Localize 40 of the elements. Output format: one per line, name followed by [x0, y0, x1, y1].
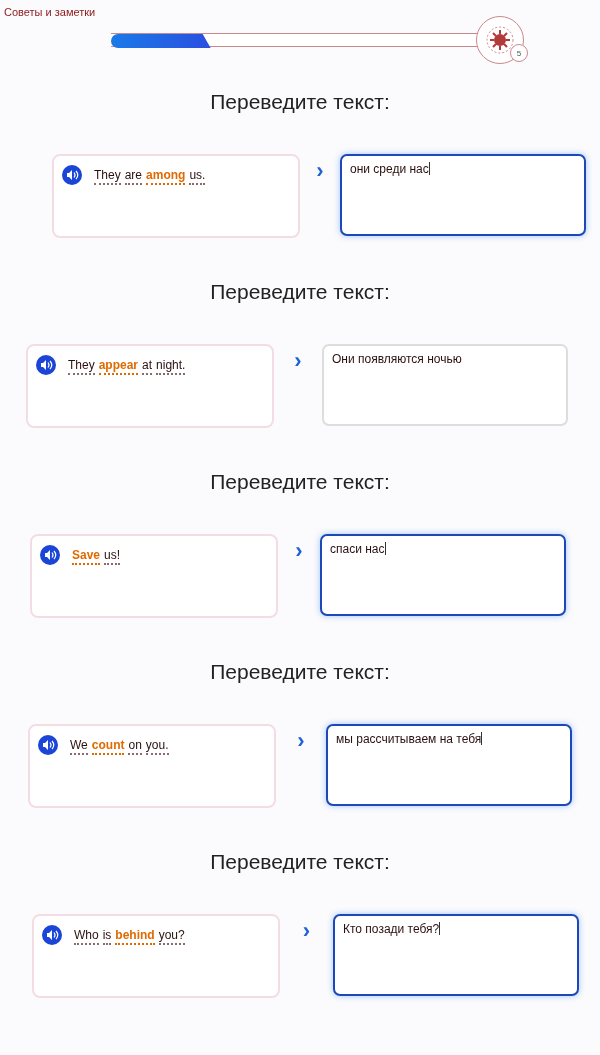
hint-word[interactable]: They	[94, 168, 121, 185]
hint-word[interactable]: at	[142, 358, 153, 375]
text-cursor	[439, 922, 441, 935]
hint-word[interactable]: are	[124, 168, 143, 185]
answer-field[interactable]: они среди нас	[340, 154, 586, 236]
hint-word[interactable]: us!	[104, 548, 121, 565]
answer-field[interactable]: мы рассчитываем на тебя	[326, 724, 572, 806]
text-cursor	[384, 542, 386, 555]
chevron-icon: ›	[302, 920, 311, 942]
chevron-icon: ›	[294, 350, 302, 372]
chevron-icon: ›	[297, 730, 305, 752]
exercise-heading: Переведите текст:	[209, 89, 391, 115]
exercise-heading: Переведите текст:	[209, 849, 391, 875]
speaker-icon[interactable]	[42, 925, 62, 945]
hint-word[interactable]: you.	[145, 738, 169, 755]
chevron-icon: ›	[295, 540, 303, 562]
lesson-title: Советы и заметки	[4, 6, 96, 18]
answer-field[interactable]: Они появляются ночью	[322, 344, 568, 426]
exercise-heading: Переведите текст:	[209, 279, 391, 305]
chevron-icon: ›	[316, 160, 324, 182]
hint-word[interactable]: night.	[156, 358, 186, 375]
hint-word[interactable]: you?	[158, 928, 185, 945]
hint-word[interactable]: on	[128, 738, 142, 755]
goal-count: 5	[510, 44, 528, 62]
exercise-heading: Переведите текст:	[209, 659, 391, 685]
speaker-icon[interactable]	[36, 355, 56, 375]
hint-word[interactable]: We	[70, 738, 88, 755]
hint-word[interactable]: is	[102, 928, 112, 945]
speaker-icon[interactable]	[38, 735, 58, 755]
hint-word[interactable]: Who	[74, 928, 99, 945]
text-cursor	[481, 732, 483, 745]
speaker-icon[interactable]	[40, 545, 60, 565]
answer-field[interactable]: Кто позади тебя?	[333, 914, 579, 996]
virus-icon	[485, 25, 515, 55]
exercise-heading: Переведите текст:	[209, 469, 391, 495]
speaker-icon[interactable]	[62, 165, 82, 185]
text-cursor	[428, 162, 430, 175]
hint-word[interactable]: us.	[189, 168, 206, 185]
hint-word[interactable]: They	[68, 358, 95, 375]
answer-field[interactable]: спаси нас	[320, 534, 566, 616]
